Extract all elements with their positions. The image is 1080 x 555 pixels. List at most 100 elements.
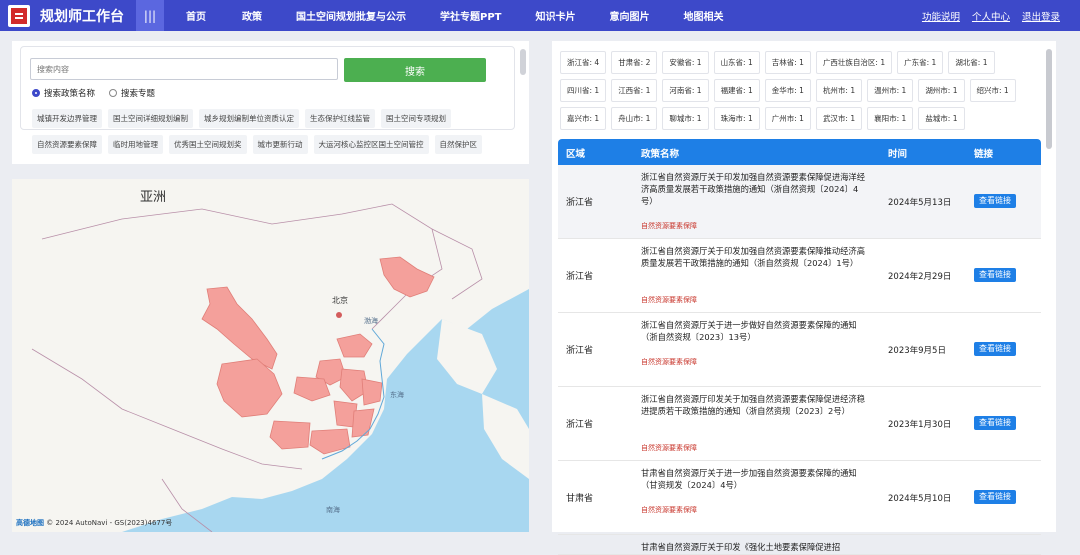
region-chip[interactable]: 吉林省: 1	[764, 51, 811, 74]
topic-tag[interactable]: 城市更新行动	[252, 135, 308, 154]
china-map[interactable]: 亚洲 北京 渤海 东海 南海	[12, 179, 529, 532]
row-region: 浙江省	[566, 272, 594, 282]
topic-tag[interactable]: 国土空间专项规划	[381, 109, 451, 128]
row-region: 浙江省	[566, 346, 594, 356]
amap-logo: 高德地图	[16, 519, 44, 527]
region-chip[interactable]: 甘肃省: 2	[611, 51, 658, 74]
help-link[interactable]: 功能说明	[922, 9, 960, 23]
right-panel-scrollbar[interactable]	[1046, 49, 1052, 149]
row-region: 甘肃省	[566, 494, 594, 504]
search-panel-scrollbar[interactable]	[520, 49, 526, 75]
nav-ppt[interactable]: 学社专题PPT	[440, 8, 501, 23]
korea-japan-land	[437, 319, 497, 394]
policy-table-header: 区域 政策名称 时间 链接	[558, 139, 1041, 165]
region-chip[interactable]: 珠海市: 1	[713, 107, 760, 130]
search-input[interactable]	[30, 58, 338, 80]
app-title: 规划师工作台	[40, 8, 124, 25]
view-link-button[interactable]: 查看链接	[974, 342, 1016, 356]
view-link-button[interactable]: 查看链接	[974, 416, 1016, 430]
nav-knowledge-cards[interactable]: 知识卡片	[535, 8, 575, 23]
beijing-star-icon[interactable]	[336, 312, 342, 318]
topic-tag[interactable]: 自然保护区	[434, 135, 482, 154]
region-chip[interactable]: 金华市: 1	[764, 79, 811, 102]
row-tag: 自然资源要素保障	[641, 358, 697, 366]
table-row: 浙江省 浙江省自然资源厅关于进一步做好自然资源要素保障的通知（浙自然资规〔202…	[558, 313, 1041, 387]
row-tag: 自然资源要素保障	[641, 444, 697, 452]
logout-link[interactable]: 退出登录	[1022, 9, 1060, 23]
view-link-button[interactable]: 查看链接	[974, 268, 1016, 282]
topic-tag[interactable]: 国土空间详细规划编制	[108, 109, 193, 128]
region-chip[interactable]: 广西壮族自治区: 1	[815, 51, 893, 74]
region-chip[interactable]: 河南省: 1	[662, 79, 709, 102]
col-policy-name: 政策名称	[641, 149, 680, 160]
region-chip[interactable]: 盐城市: 1	[918, 107, 965, 130]
map-panel[interactable]: 亚洲 北京 渤海 东海 南海 高德地图 © 2024 AutoNavi - GS…	[12, 179, 529, 532]
region-chip[interactable]: 福建省: 1	[713, 79, 760, 102]
region-chip[interactable]: 嘉兴市: 1	[560, 107, 607, 130]
region-chip[interactable]: 四川省: 1	[560, 79, 607, 102]
nav-home[interactable]: 首页	[186, 8, 206, 23]
region-chip[interactable]: 山东省: 1	[713, 51, 760, 74]
table-row: 甘肃省 甘肃省自然资源厅关于进一步加强自然资源要素保障的通知（甘资规发〔2024…	[558, 461, 1041, 535]
topic-tag[interactable]: 城镇开发边界管理	[32, 109, 102, 128]
nav-policy[interactable]: 政策	[242, 8, 262, 23]
row-title: 浙江省自然资源厅关于印发加强自然资源要素保障推动经济高质量发展若干政策措施的通知…	[641, 246, 866, 268]
nav-map[interactable]: 地图相关	[683, 8, 723, 23]
label-asia: 亚洲	[140, 190, 166, 205]
region-chip[interactable]: 湖州市: 1	[918, 79, 965, 102]
policy-list-panel: 浙江省: 4 甘肃省: 2 安徽省: 1 山东省: 1 吉林省: 1 广西壮族自…	[552, 41, 1056, 555]
row-tag: 自然资源要素保障	[641, 296, 697, 304]
topic-tag[interactable]: 大运河核心监控区国土空间管控	[313, 135, 429, 154]
radio-unselected-icon[interactable]	[109, 89, 118, 97]
label-donghai: 东海	[390, 390, 404, 399]
col-region: 区域	[566, 149, 586, 160]
region-chip[interactable]: 聊城市: 1	[662, 107, 709, 130]
app-logo-icon[interactable]	[8, 4, 30, 27]
view-link-button[interactable]: 查看链接	[974, 490, 1016, 504]
topic-tag[interactable]: 生态保护红线监管	[305, 109, 375, 128]
row-date: 2024年5月13日	[888, 198, 952, 208]
region-chip[interactable]: 绍兴市: 1	[969, 79, 1016, 102]
japan-land	[482, 394, 529, 479]
search-mode-radios: 搜索政策名称 搜索专题	[32, 87, 155, 99]
topic-tag[interactable]: 城乡规划编制单位资质认定	[199, 109, 299, 128]
region-chip[interactable]: 广东省: 1	[897, 51, 944, 74]
menu-toggle-icon[interactable]: |||	[136, 0, 164, 31]
city-markers	[336, 312, 342, 318]
region-chip[interactable]: 舟山市: 1	[611, 107, 658, 130]
profile-link[interactable]: 个人中心	[972, 9, 1010, 23]
row-tag: 自然资源要素保障	[641, 222, 697, 230]
label-beijing: 北京	[332, 295, 348, 305]
region-chip[interactable]: 安徽省: 1	[662, 51, 709, 74]
table-row: 浙江省 浙江省自然资源厅关于印发加强自然资源要素保障促进海洋经济高质量发展若干政…	[558, 165, 1041, 239]
row-date: 2023年1月30日	[888, 420, 952, 430]
nav-images[interactable]: 意向图片	[609, 8, 649, 23]
region-chip[interactable]: 温州市: 1	[867, 79, 914, 102]
col-link: 链接	[974, 149, 994, 160]
col-date: 时间	[888, 149, 908, 160]
region-chip[interactable]: 湖北省: 1	[948, 51, 995, 74]
search-button[interactable]: 搜索	[344, 58, 486, 82]
map-attribution: 高德地图 © 2024 AutoNavi - GS(2023)4677号	[16, 519, 173, 527]
topic-tag[interactable]: 临时用地管理	[108, 135, 163, 154]
nav-planning-approval[interactable]: 国土空间规划批复与公示	[296, 8, 406, 23]
radio-selected-icon[interactable]	[32, 89, 40, 97]
region-chip[interactable]: 杭州市: 1	[815, 79, 863, 102]
policy-table-body: 浙江省 浙江省自然资源厅关于印发加强自然资源要素保障促进海洋经济高质量发展若干政…	[558, 165, 1041, 555]
region-chip[interactable]: 广州市: 1	[764, 107, 811, 130]
row-title: 浙江省自然资源厅关于进一步做好自然资源要素保障的通知（浙自然资规〔2023〕13…	[641, 320, 857, 342]
region-chip[interactable]: 江西省: 1	[611, 79, 658, 102]
label-nanhai: 南海	[326, 505, 340, 514]
region-chip[interactable]: 武汉市: 1	[815, 107, 863, 130]
province-zhejiang[interactable]	[361, 378, 383, 406]
region-filter-chips: 浙江省: 4 甘肃省: 2 安徽省: 1 山东省: 1 吉林省: 1 广西壮族自…	[560, 51, 1040, 130]
table-row: 浙江省 浙江省自然资源厅印发关于加强自然资源要素保障促进经济稳进提质若干政策措施…	[558, 387, 1041, 461]
topic-tag[interactable]: 自然资源要素保障	[32, 135, 102, 154]
region-chip[interactable]: 浙江省: 4	[560, 51, 607, 74]
region-chip[interactable]: 襄阳市: 1	[867, 107, 914, 130]
radio-topic[interactable]: 搜索专题	[109, 87, 155, 99]
topic-tag[interactable]: 优秀国土空间规划奖	[169, 135, 247, 154]
row-date: 2024年2月29日	[888, 272, 952, 282]
radio-policy-name[interactable]: 搜索政策名称	[32, 87, 95, 99]
view-link-button[interactable]: 查看链接	[974, 194, 1016, 208]
